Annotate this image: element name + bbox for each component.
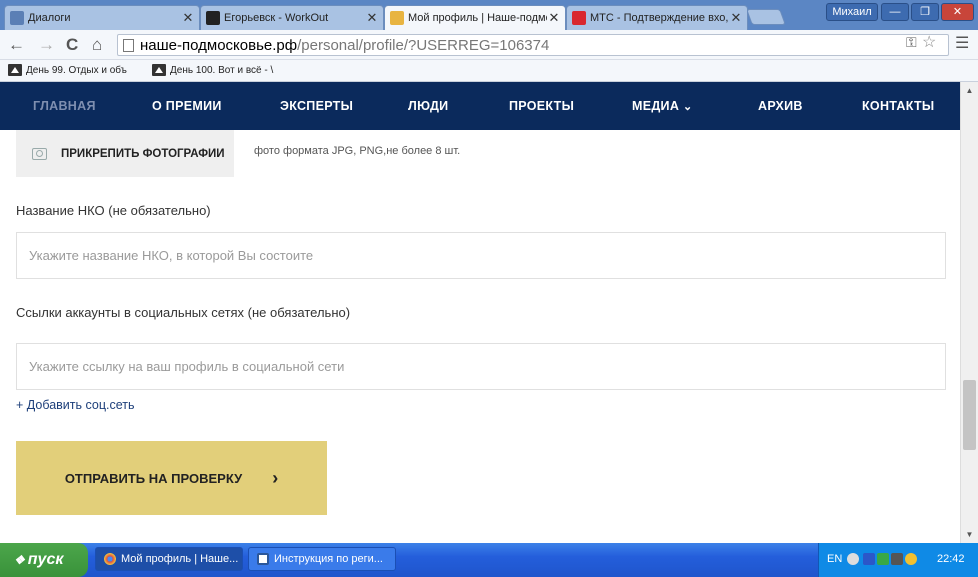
bookmarks-bar: День 99. Отдых и объ День 100. Вот и всё…: [0, 60, 978, 82]
bookmark-item[interactable]: День 100. Вот и всё - \: [152, 64, 273, 76]
address-bar[interactable]: наше-подмосковье.рф/personal/profile/?US…: [117, 34, 949, 56]
tab-dialogs[interactable]: Диалоги ✕: [4, 5, 200, 30]
tab-title: Егорьевск - WorkOut: [224, 12, 329, 24]
bookmark-icon: [8, 64, 22, 76]
forward-icon[interactable]: →: [38, 35, 55, 55]
submit-label: ОТПРАВИТЬ НА ПРОВЕРКУ: [64, 470, 243, 486]
social-link-input[interactable]: [16, 343, 946, 390]
url-path: /personal/profile/?USERREG=106374: [297, 36, 550, 54]
nav-media-label: МЕДИА: [632, 99, 680, 113]
scroll-up-icon[interactable]: ▲: [961, 84, 978, 98]
attach-photos-label: ПРИКРЕПИТЬ ФОТОГРАФИИ: [61, 147, 225, 160]
chevron-right-icon: ›: [272, 467, 279, 488]
chrome-icon: [104, 553, 116, 565]
menu-icon[interactable]: ☰: [955, 33, 969, 53]
site-logo-icon: [206, 11, 220, 25]
mts-logo-icon: [572, 11, 586, 25]
home-icon[interactable]: ⌂: [92, 35, 102, 55]
bookmark-item[interactable]: День 99. Отдых и объ: [8, 64, 127, 76]
maximize-button[interactable]: ❐: [911, 3, 939, 21]
language-indicator[interactable]: EN: [827, 553, 842, 565]
browser-toolbar: ← → C ⌂ наше-подмосковье.рф/personal/pro…: [0, 30, 978, 60]
scroll-down-icon[interactable]: ▼: [961, 528, 978, 542]
window-close-button[interactable]: ✕: [941, 3, 974, 21]
key-icon[interactable]: ⚿: [906, 34, 917, 51]
nav-archive[interactable]: АРХИВ: [758, 99, 803, 113]
nav-home[interactable]: ГЛАВНАЯ: [33, 99, 96, 113]
nav-contacts[interactable]: КОНТАКТЫ: [862, 99, 934, 113]
bookmark-label: День 99. Отдых и объ: [26, 64, 127, 76]
system-tray: EN 22:42: [818, 543, 978, 577]
screen: { "browser": { "tabs": [ {"title": "Диал…: [0, 0, 978, 577]
nav-about[interactable]: О ПРЕМИИ: [152, 99, 222, 113]
nko-label: Название НКО (не обязательно): [16, 203, 211, 218]
start-button[interactable]: ❖ пуск: [0, 543, 88, 577]
site-nav: ГЛАВНАЯ О ПРЕМИИ ЭКСПЕРТЫ ЛЮДИ ПРОЕКТЫ М…: [0, 82, 960, 130]
profile-button[interactable]: Михаил: [826, 3, 878, 21]
taskbar-window-word[interactable]: Инструкция по реги...: [248, 547, 396, 571]
taskbar: ❖ пуск Мой профиль | Наше... Инструкция …: [0, 543, 978, 577]
site-logo-icon: [390, 11, 404, 25]
tab-title: Диалоги: [28, 12, 71, 24]
chevron-down-icon: ⌄: [682, 101, 693, 113]
reload-icon[interactable]: C: [66, 35, 78, 55]
tab-profile[interactable]: Мой профиль | Наше-подмо ✕: [384, 5, 566, 30]
taskbar-window-label: Мой профиль | Наше...: [121, 553, 239, 565]
profile-form: ПРИКРЕПИТЬ ФОТОГРАФИИ фото формата JPG, …: [0, 130, 960, 543]
submit-for-review-button[interactable]: ОТПРАВИТЬ НА ПРОВЕРКУ ›: [16, 441, 327, 515]
nav-media[interactable]: МЕДИА ⌄: [632, 99, 692, 113]
tab-workout[interactable]: Егорьевск - WorkOut ✕: [200, 5, 384, 30]
close-icon[interactable]: ✕: [547, 10, 561, 26]
app-tray-icon[interactable]: [891, 553, 903, 565]
tab-title: Мой профиль | Наше-подмо: [408, 12, 547, 24]
attach-hint: фото формата JPG, PNG,не более 8 шт.: [254, 145, 461, 157]
minimize-button[interactable]: —: [881, 3, 909, 21]
camera-icon: [32, 147, 47, 160]
network-icon[interactable]: [863, 553, 875, 565]
tray-arrow-icon[interactable]: [847, 553, 859, 565]
url-host: наше-подмосковье.рф: [140, 36, 298, 54]
page-icon: [123, 39, 134, 52]
tab-title: МТС - Подтверждение вхо,: [590, 12, 729, 24]
nko-input[interactable]: [16, 232, 946, 279]
close-icon[interactable]: ✕: [365, 10, 379, 26]
page-scrollbar[interactable]: ▲ ▼: [960, 82, 978, 543]
attach-photos-button[interactable]: ПРИКРЕПИТЬ ФОТОГРАФИИ: [16, 130, 234, 177]
bookmark-star-icon[interactable]: ☆: [922, 32, 936, 52]
nav-experts[interactable]: ЭКСПЕРТЫ: [280, 99, 353, 113]
close-icon[interactable]: ✕: [181, 10, 195, 26]
windows-logo-icon: ❖: [14, 553, 25, 567]
add-social-link[interactable]: + Добавить соц.сеть: [16, 398, 135, 412]
nav-people[interactable]: ЛЮДИ: [408, 99, 448, 113]
taskbar-window-chrome[interactable]: Мой профиль | Наше...: [95, 547, 243, 571]
document-icon: [257, 553, 269, 565]
nav-projects[interactable]: ПРОЕКТЫ: [509, 99, 574, 113]
taskbar-window-label: Инструкция по реги...: [274, 553, 383, 565]
clock: 22:42: [937, 553, 965, 565]
back-icon[interactable]: ←: [8, 35, 25, 55]
chat-icon: [10, 11, 24, 25]
start-label: пуск: [27, 551, 64, 568]
tab-mts[interactable]: МТС - Подтверждение вхо, ✕: [566, 5, 748, 30]
browser-tab-strip: Диалоги ✕ Егорьевск - WorkOut ✕ Мой проф…: [0, 0, 978, 30]
close-icon[interactable]: ✕: [729, 10, 743, 26]
bookmark-label: День 100. Вот и всё - \: [170, 64, 274, 76]
bookmark-icon: [152, 64, 166, 76]
power-icon[interactable]: [905, 553, 917, 565]
scroll-thumb[interactable]: [963, 380, 976, 450]
new-tab-button[interactable]: [746, 9, 786, 25]
security-icon[interactable]: [877, 553, 889, 565]
social-label: Ссылки аккаунты в социальных сетях (не о…: [16, 305, 351, 320]
